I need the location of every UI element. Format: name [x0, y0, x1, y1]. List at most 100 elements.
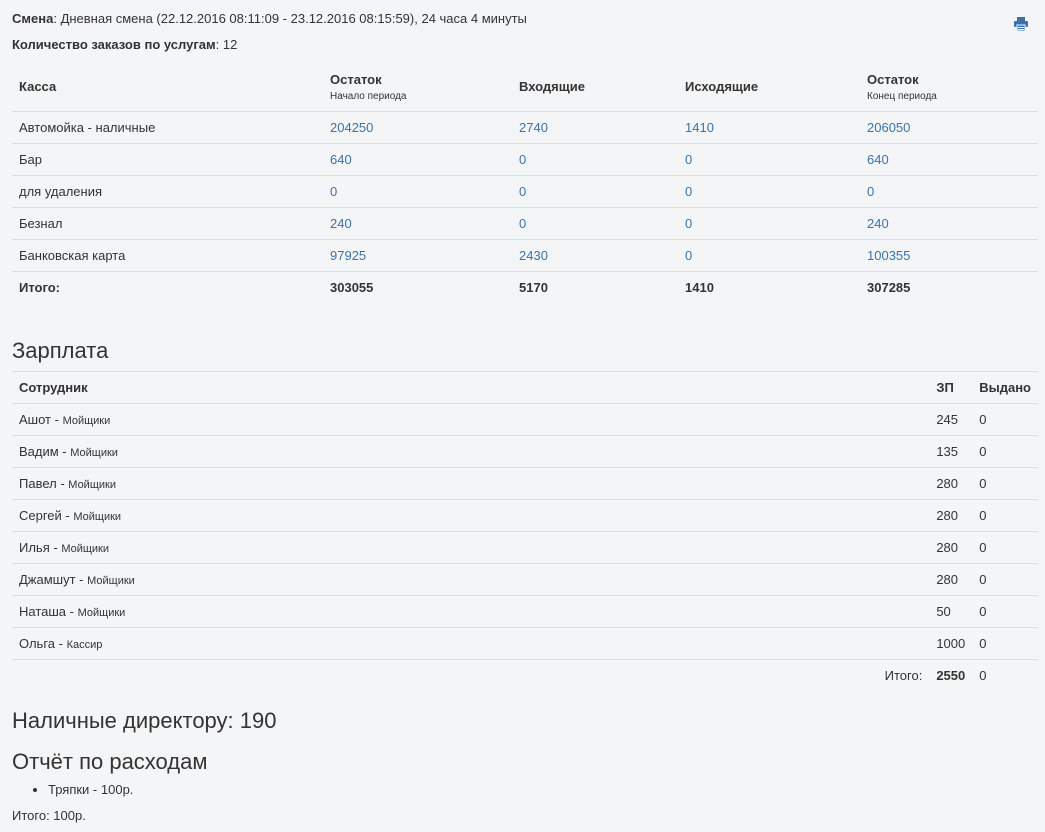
- issued-cell: 0: [972, 531, 1038, 564]
- end-balance-link[interactable]: 640: [867, 152, 889, 167]
- start-balance-link[interactable]: 97925: [330, 248, 366, 263]
- salary-row: Ольга - Кассир 1000 0: [12, 627, 1038, 660]
- zp-cell: 245: [929, 403, 973, 436]
- employee-name: Павел: [19, 476, 57, 491]
- salary-table-header: Сотрудник ЗП Выдано: [12, 371, 1038, 404]
- end-balance-link[interactable]: 0: [867, 184, 874, 199]
- salary-row: Сергей - Мойщики 280 0: [12, 499, 1038, 532]
- orders-count-label: Количество заказов по услугам: [12, 37, 216, 52]
- issued-cell: 0: [972, 499, 1038, 532]
- employee-role: Мойщики: [61, 543, 110, 555]
- end-balance-header-title: Остаток: [867, 71, 919, 87]
- employee-cell: Ольга - Кассир: [12, 627, 930, 660]
- expense-item: Тряпки - 100р.: [48, 782, 133, 797]
- employee-cell: Ашот - Мойщики: [12, 403, 930, 436]
- cash-table-row: Бар 640 0 0 640: [12, 143, 1038, 176]
- employee-role: Кассир: [66, 639, 103, 651]
- outgoing-link[interactable]: 0: [685, 216, 692, 231]
- zp-cell: 1000: [929, 627, 973, 660]
- employee-name: Джамшут: [19, 572, 76, 587]
- salary-row: Вадим - Мойщики 135 0: [12, 435, 1038, 468]
- cash-name-cell: Безнал: [12, 207, 323, 240]
- total-outgoing: 1410: [685, 280, 714, 295]
- employee-name: Илья: [19, 540, 50, 555]
- issued-cell: 0: [972, 563, 1038, 596]
- incoming-link[interactable]: 2430: [519, 248, 548, 263]
- salary-total-row: Итого: 2550 0: [12, 660, 1038, 692]
- cash-table-row: Безнал 240 0 0 240: [12, 207, 1038, 240]
- director-cash-heading: Наличные директору: 190: [12, 708, 277, 733]
- employee-role: Мойщики: [77, 607, 126, 619]
- start-balance-link[interactable]: 240: [330, 216, 352, 231]
- end-balance-header-subtitle: Конец периода: [867, 90, 937, 102]
- orders-count-value: 12: [222, 37, 238, 52]
- zp-cell: 280: [929, 499, 973, 532]
- employee-cell: Джамшут - Мойщики: [12, 563, 930, 596]
- employee-column-header: Сотрудник: [12, 371, 930, 404]
- cash-table-total-row: Итого: 303055 5170 1410 307285: [12, 272, 1038, 304]
- zp-cell: 135: [929, 435, 973, 468]
- start-balance-column-header: Остаток Начало периода: [323, 62, 512, 112]
- shift-value: Дневная смена (22.12.2016 08:11:09 - 23.…: [60, 11, 527, 26]
- expenses-total: Итого: 100р.: [12, 808, 86, 823]
- incoming-link[interactable]: 0: [519, 216, 526, 231]
- issued-cell: 0: [972, 435, 1038, 468]
- incoming-link[interactable]: 0: [519, 152, 526, 167]
- total-start-balance: 303055: [330, 280, 374, 295]
- end-balance-link[interactable]: 100355: [867, 248, 910, 263]
- salary-row: Илья - Мойщики 280 0: [12, 531, 1038, 564]
- employee-cell: Вадим - Мойщики: [12, 435, 930, 468]
- printer-icon: [1014, 17, 1028, 32]
- employee-role: Мойщики: [87, 575, 135, 587]
- employee-role: Мойщики: [70, 447, 118, 459]
- employee-cell: Наташа - Мойщики: [12, 595, 930, 628]
- kassa-column-header: Касса: [12, 62, 323, 112]
- expenses-heading: Отчёт по расходам: [12, 749, 208, 774]
- start-balance-link[interactable]: 0: [330, 184, 337, 199]
- employee-role: Мойщики: [73, 511, 122, 523]
- end-balance-link[interactable]: 206050: [867, 120, 910, 135]
- cash-name-cell: Банковская карта: [12, 239, 323, 272]
- incoming-link[interactable]: 0: [519, 184, 526, 199]
- zp-cell: 50: [929, 595, 973, 628]
- cash-table-row: Автомойка - наличные 204250 2740 1410 20…: [12, 111, 1038, 144]
- total-end-balance: 307285: [867, 280, 911, 295]
- outgoing-link[interactable]: 0: [685, 152, 692, 167]
- zp-cell: 280: [929, 563, 973, 596]
- cash-name-cell: для удаления: [12, 175, 323, 208]
- employee-name: Вадим: [19, 444, 59, 459]
- cash-table-row: Банковская карта 97925 2430 0 100355: [12, 239, 1038, 272]
- end-balance-link[interactable]: 240: [867, 216, 889, 231]
- start-balance-link[interactable]: 204250: [330, 120, 373, 135]
- orders-count-info: Количество заказов по услугам: 12: [12, 37, 238, 52]
- zp-column-header: ЗП: [929, 371, 973, 404]
- issued-cell: 0: [972, 627, 1038, 660]
- employee-name: Ашот: [19, 412, 51, 427]
- employee-role: Мойщики: [62, 415, 111, 427]
- outgoing-column-header: Исходящие: [678, 62, 860, 112]
- issued-cell: 0: [972, 467, 1038, 500]
- print-button[interactable]: [1013, 16, 1029, 32]
- start-balance-header-title: Остаток: [330, 71, 382, 87]
- cash-name-cell: Автомойка - наличные: [12, 111, 323, 144]
- end-balance-column-header: Остаток Конец периода: [860, 62, 1038, 112]
- issued-column-header: Выдано: [972, 371, 1038, 404]
- salary-table: Сотрудник ЗП Выдано Ашот - Мойщики 245 0…: [12, 371, 1038, 691]
- issued-cell: 0: [972, 403, 1038, 436]
- incoming-link[interactable]: 2740: [519, 120, 548, 135]
- cash-table-header: Касса Остаток Начало периода Входящие Ис…: [12, 62, 1038, 112]
- outgoing-link[interactable]: 0: [685, 184, 692, 199]
- employee-name: Сергей: [19, 508, 62, 523]
- start-balance-header-subtitle: Начало периода: [330, 90, 407, 102]
- salary-total-label: Итого:: [884, 668, 923, 683]
- start-balance-link[interactable]: 640: [330, 152, 352, 167]
- outgoing-link[interactable]: 0: [685, 248, 692, 263]
- salary-row: Ашот - Мойщики 245 0: [12, 403, 1038, 436]
- employee-cell: Павел - Мойщики: [12, 467, 930, 500]
- salary-row: Павел - Мойщики 280 0: [12, 467, 1038, 500]
- salary-row: Наташа - Мойщики 50 0: [12, 595, 1038, 628]
- outgoing-link[interactable]: 1410: [685, 120, 714, 135]
- employee-name: Ольга: [19, 636, 56, 651]
- cash-name-cell: Бар: [12, 143, 323, 176]
- employee-cell: Сергей - Мойщики: [12, 499, 930, 532]
